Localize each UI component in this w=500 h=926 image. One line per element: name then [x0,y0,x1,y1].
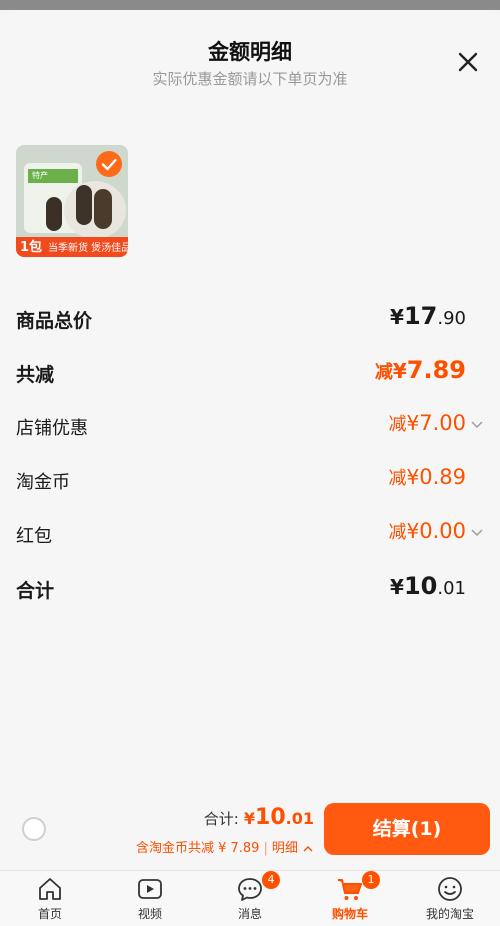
discount-summary[interactable]: 含淘金币共减 ¥ 7.89 | 明细 [136,837,314,856]
total-value: ¥10.01 [243,805,314,830]
pack-label: 1包 [20,240,43,255]
tab-label: 我的淘宝 [425,907,474,921]
cart-icon [336,875,364,903]
message-badge: 4 [262,871,280,889]
promo-text: 当季新货 煲汤佳品 [48,243,128,254]
chevron-up-icon [303,846,313,852]
tab-messages[interactable]: 4 消息 [200,871,300,926]
video-icon [136,875,164,903]
total-label: 合计: [203,810,239,828]
row-label: 淘金币 [16,472,70,493]
row-value: ¥17.90 [390,302,466,330]
tab-label: 购物车 [331,907,368,921]
chevron-down-icon [471,421,483,428]
sheet-title: 金额明细 [208,40,292,64]
bottom-tab-bar: 首页 视频 4 消息 1 购物车 我的淘宝 [0,870,500,926]
tab-home[interactable]: 首页 [0,871,100,926]
row-label: 红包 [16,526,52,547]
close-icon [458,52,478,72]
row-value: 减¥0.89 [388,465,466,489]
row-value: ¥10.01 [390,572,466,600]
row-store-discount[interactable]: 店铺优惠 减¥7.00 [16,410,483,440]
home-icon [36,875,64,903]
sheet-subtitle: 实际优惠金额请以下单页为准 [152,70,348,88]
cart-badge: 1 [362,871,380,889]
checkout-bar: 合计: ¥10.01 含淘金币共减 ¥ 7.89 | 明细 结算(1) [0,795,500,870]
tab-my-taobao[interactable]: 我的淘宝 [400,871,500,926]
tab-video[interactable]: 视频 [100,871,200,926]
selected-check-icon [96,151,122,177]
select-all-radio[interactable] [22,817,46,841]
row-value: 减¥0.00 [388,518,484,544]
row-subtotal: 商品总价 ¥17.90 [16,302,466,332]
profile-icon [436,875,464,903]
row-taobao-coins: 淘金币 减¥0.89 [16,464,466,494]
row-total: 合计 ¥10.01 [16,572,466,602]
bag-label: 特产 [32,171,48,180]
row-total-discount: 共减 减¥7.89 [16,356,466,386]
row-label: 商品总价 [16,310,93,332]
row-label: 店铺优惠 [16,418,88,439]
product-thumbnail[interactable]: 特产 1包 当季新货 煲汤佳品 [16,145,128,257]
row-label: 合计 [16,580,55,602]
row-value: 减¥7.00 [388,410,484,436]
message-icon [236,875,264,903]
chevron-down-icon [471,529,483,536]
detail-toggle[interactable]: 明细 [272,841,298,856]
row-label: 共减 [16,364,55,386]
amount-detail-sheet [0,10,500,870]
row-red-packet[interactable]: 红包 减¥0.00 [16,518,483,548]
discount-text: 含淘金币共减 ¥ 7.89 [135,841,260,856]
checkout-button[interactable]: 结算(1) [324,803,490,855]
tab-cart[interactable]: 1 购物车 [300,871,400,926]
checkout-total: 合计: ¥10.01 [204,805,314,830]
tab-label: 视频 [137,907,162,921]
tab-label: 消息 [237,907,262,921]
close-button[interactable] [454,48,482,76]
row-value: 减¥7.89 [374,356,466,384]
tab-label: 首页 [37,907,62,921]
status-strip [0,0,500,10]
